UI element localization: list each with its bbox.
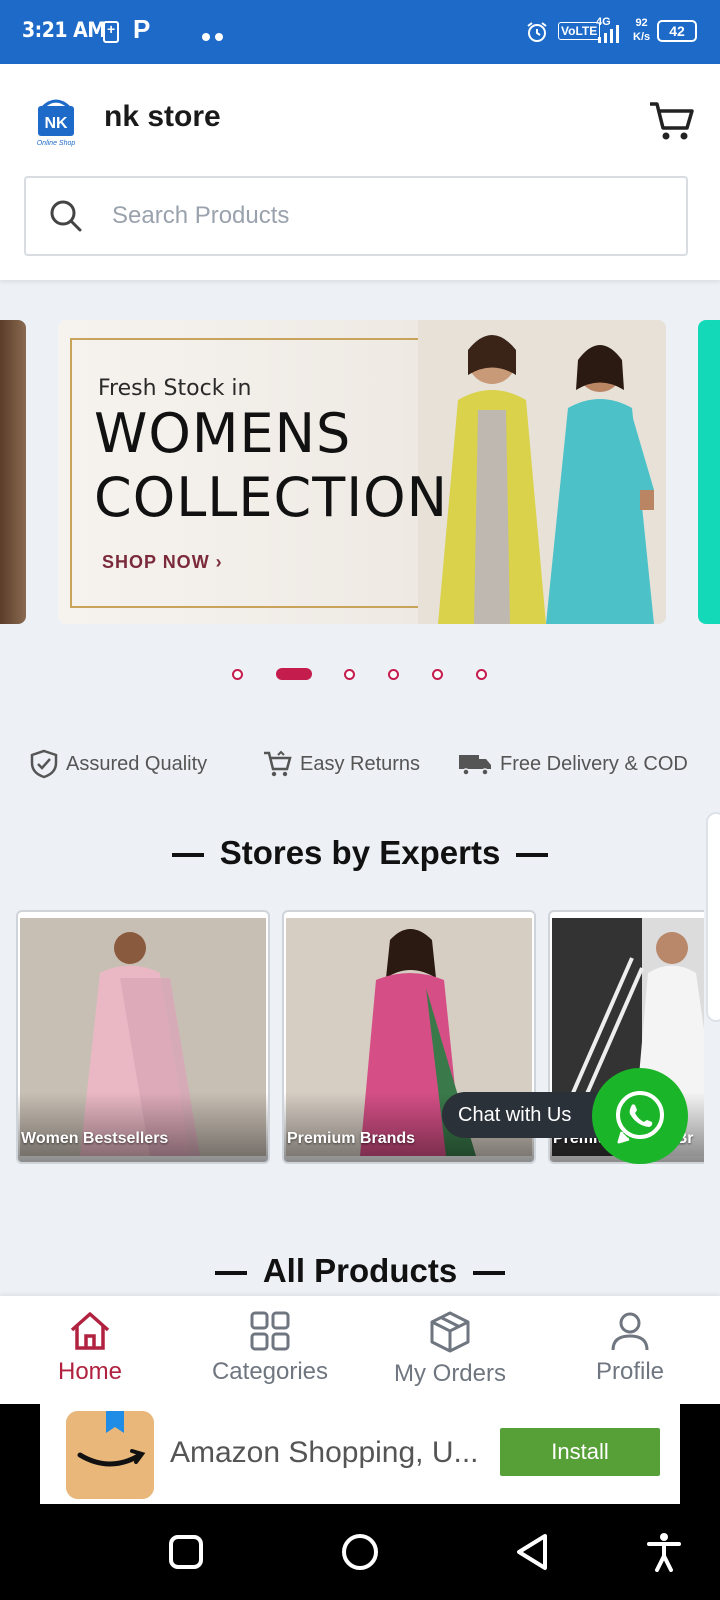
speed-value: 92 bbox=[635, 17, 648, 29]
back-button-icon[interactable] bbox=[514, 1532, 550, 1572]
more-notifications-icon bbox=[202, 28, 230, 41]
feature-assured-quality: Assured Quality bbox=[30, 744, 207, 784]
carousel-dot[interactable] bbox=[388, 669, 399, 680]
accessibility-icon[interactable] bbox=[646, 1532, 682, 1572]
status-time: 3:21 AM bbox=[22, 18, 106, 42]
store-name: nk store bbox=[104, 100, 221, 133]
recents-button-icon[interactable] bbox=[168, 1534, 204, 1570]
shield-check-icon bbox=[30, 749, 58, 779]
nav-profile[interactable]: Profile bbox=[540, 1310, 720, 1386]
home-button-icon[interactable] bbox=[340, 1532, 380, 1572]
store-card-label: Women Bestsellers bbox=[21, 1130, 169, 1147]
home-icon bbox=[70, 1312, 110, 1350]
store-logo[interactable]: NK Online Shop bbox=[26, 90, 86, 154]
nav-label: Home bbox=[57, 1358, 123, 1385]
app-header: NK Online Shop nk store bbox=[0, 64, 720, 280]
banner-previous-slide[interactable] bbox=[0, 320, 26, 624]
carousel-dot-active[interactable] bbox=[276, 668, 312, 680]
grid-icon bbox=[250, 1311, 290, 1351]
signal-icon bbox=[598, 25, 619, 43]
whatsapp-chat-button[interactable] bbox=[592, 1068, 688, 1164]
nav-label: Profile bbox=[595, 1358, 665, 1385]
app-screen: 3:21 AM P VoLTE 4G 92 K/s 42 NK Onl bbox=[0, 0, 720, 1600]
section-title-text: Stores by Experts bbox=[219, 834, 501, 871]
banner-line-2: WOMENS bbox=[94, 402, 352, 465]
carousel-dot[interactable] bbox=[344, 669, 355, 680]
feature-free-delivery: Free Delivery & COD bbox=[458, 744, 688, 784]
store-card[interactable]: Women Bestsellers bbox=[16, 910, 270, 1164]
nav-label: My Orders bbox=[393, 1360, 506, 1387]
banner-slide[interactable]: Fresh Stock in WOMENS COLLECTION SHOP NO… bbox=[58, 320, 666, 624]
battery-level: 42 bbox=[669, 23, 685, 39]
carousel-dot[interactable] bbox=[476, 669, 487, 680]
nav-label: Categories bbox=[211, 1358, 329, 1385]
section-title-text: All Products bbox=[262, 1252, 458, 1289]
chat-with-us-label[interactable]: Chat with Us bbox=[442, 1092, 602, 1138]
nav-my-orders[interactable]: My Orders bbox=[360, 1310, 540, 1388]
battery-icon: 42 bbox=[657, 20, 697, 42]
system-navigation-bar bbox=[0, 1504, 720, 1600]
user-icon bbox=[611, 1312, 649, 1351]
amazon-app-icon bbox=[66, 1411, 154, 1499]
feature-strip: Assured Quality Easy Returns Free Delive… bbox=[0, 744, 720, 784]
nav-categories[interactable]: Categories bbox=[180, 1310, 360, 1386]
speed-unit: K/s bbox=[633, 31, 651, 43]
search-box[interactable] bbox=[24, 176, 688, 256]
banner-line-1: Fresh Stock in bbox=[98, 376, 252, 401]
carousel-dot[interactable] bbox=[232, 669, 243, 680]
nav-home[interactable]: Home bbox=[0, 1310, 180, 1386]
whatsapp-icon bbox=[616, 1091, 664, 1144]
title-dash bbox=[516, 853, 549, 858]
title-dash bbox=[214, 1271, 247, 1276]
search-icon bbox=[50, 200, 82, 232]
all-products-title: All Products bbox=[0, 1252, 720, 1290]
card-shade bbox=[18, 1092, 268, 1162]
title-dash bbox=[171, 853, 204, 858]
ad-banner[interactable]: Amazon Shopping, U... Install bbox=[40, 1404, 680, 1504]
box-icon bbox=[430, 1311, 470, 1353]
feature-label: Free Delivery & COD bbox=[500, 752, 688, 775]
side-drawer-handle[interactable] bbox=[706, 812, 720, 1022]
stores-section-title: Stores by Experts bbox=[0, 834, 720, 872]
feature-label: Easy Returns bbox=[300, 752, 421, 775]
volte-badge: VoLTE bbox=[558, 22, 601, 40]
carousel-indicator bbox=[0, 664, 720, 684]
alarm-icon bbox=[527, 22, 547, 42]
battery-saver-icon bbox=[103, 21, 119, 43]
cart-icon[interactable] bbox=[648, 100, 694, 142]
network-speed: 92 K/s bbox=[633, 16, 650, 44]
status-bar: 3:21 AM P VoLTE 4G 92 K/s 42 bbox=[0, 0, 720, 64]
bottom-navigation: Home Categories My Orders Profile bbox=[0, 1296, 720, 1404]
banner-models-image bbox=[418, 320, 666, 624]
logo-text: NK bbox=[44, 115, 68, 132]
parking-icon: P bbox=[133, 14, 151, 44]
banner-next-slide[interactable] bbox=[698, 320, 720, 624]
shop-now-link[interactable]: SHOP NOW › bbox=[102, 552, 223, 573]
carousel-dot[interactable] bbox=[432, 669, 443, 680]
feature-label: Assured Quality bbox=[66, 752, 208, 775]
store-card-label: Premium Brands bbox=[287, 1130, 416, 1147]
banner-line-3: COLLECTION bbox=[94, 466, 449, 529]
ad-title: Amazon Shopping, U... bbox=[170, 1436, 479, 1469]
delivery-truck-icon bbox=[459, 755, 491, 776]
feature-easy-returns: Easy Returns bbox=[262, 744, 420, 784]
title-dash bbox=[473, 1271, 506, 1276]
search-input[interactable] bbox=[112, 178, 672, 254]
install-button[interactable]: Install bbox=[500, 1428, 660, 1476]
logo-subtext: Online Shop bbox=[37, 140, 76, 147]
cart-return-icon bbox=[264, 750, 292, 777]
